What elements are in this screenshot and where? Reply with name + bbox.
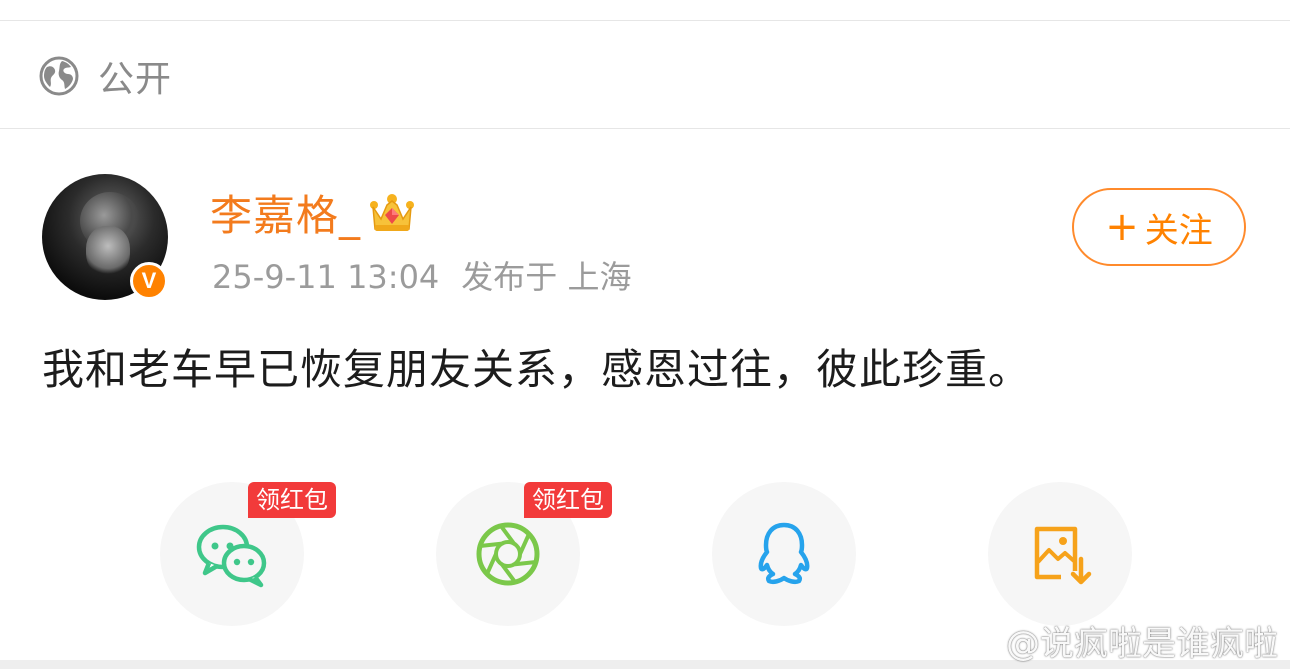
post-time: 25-9-11 13:04 bbox=[212, 258, 440, 296]
visibility-setting[interactable]: 公开 bbox=[38, 52, 172, 100]
visibility-label: 公开 bbox=[98, 59, 173, 100]
save-image-button[interactable] bbox=[988, 482, 1132, 626]
divider bbox=[0, 128, 1290, 129]
qq-icon bbox=[758, 522, 810, 585]
verified-v-icon: V bbox=[130, 262, 168, 300]
red-packet-badge: 领红包 bbox=[248, 482, 336, 518]
globe-icon bbox=[39, 56, 79, 96]
divider bbox=[0, 20, 1290, 21]
post-location: 发布于 上海 bbox=[461, 258, 632, 296]
plus-icon: + bbox=[1105, 204, 1139, 250]
follow-button[interactable]: + 关注 bbox=[1072, 188, 1246, 266]
follow-label: 关注 bbox=[1144, 210, 1213, 251]
share-sheet-page: 公开 V 李嘉格_ 25-9-11 13:04 发布于 上海 + 关注 我和老车… bbox=[0, 0, 1290, 669]
author-name[interactable]: 李嘉格_ bbox=[210, 182, 361, 243]
weibo-icon bbox=[958, 626, 1000, 658]
moments-icon bbox=[476, 522, 540, 586]
watermark-text: @说疯啦是谁疯啦 bbox=[1006, 624, 1278, 664]
share-qq-button[interactable] bbox=[712, 482, 856, 626]
wechat-icon bbox=[196, 524, 267, 588]
crown-icon bbox=[370, 193, 415, 231]
post-content: 我和老车早已恢复朋友关系，感恩过往，彼此珍重。 bbox=[42, 345, 1032, 394]
post-meta: 25-9-11 13:04 发布于 上海 bbox=[212, 252, 631, 298]
save-image-icon bbox=[1034, 526, 1092, 585]
author-row: 李嘉格_ bbox=[210, 182, 415, 243]
red-packet-badge: 领红包 bbox=[524, 482, 612, 518]
watermark: @说疯啦是谁疯啦 bbox=[958, 616, 1278, 665]
